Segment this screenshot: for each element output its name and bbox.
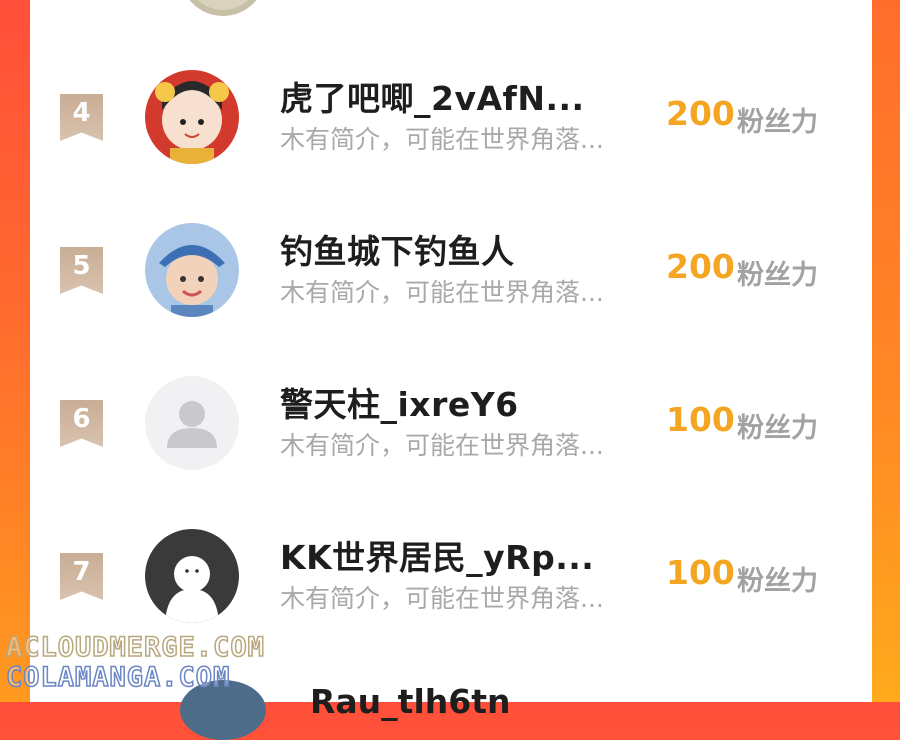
user-avatar[interactable] — [145, 529, 239, 623]
ranking-row[interactable]: 5 钓鱼城下钓鱼人 木有简介，可能在世界角落... 200 粉丝力 — [30, 219, 872, 369]
user-name[interactable]: KK世界居民_yRp... — [280, 531, 594, 579]
ranking-row[interactable]: 4 虎了吧唧_2vAfN... 木有简介，可能在世界角落... 200 粉丝力 — [30, 66, 872, 216]
fan-score: 100 — [666, 553, 735, 592]
rank-badge: 7 — [60, 553, 103, 600]
right-gradient-border — [870, 0, 900, 702]
fan-score: 200 — [666, 94, 735, 133]
watermark-line-2: COLAMANGA.COM — [5, 661, 231, 694]
user-name[interactable]: 警天柱_ixreY6 — [280, 378, 519, 426]
user-bio: 木有简介，可能在世界角落... — [280, 584, 604, 613]
fan-score: 200 — [666, 247, 735, 286]
ghost-icon — [145, 529, 239, 623]
user-avatar[interactable] — [145, 223, 239, 317]
rank-badge: 4 — [60, 94, 103, 141]
ranking-panel: 4 虎了吧唧_2vAfN... 木有简介，可能在世界角落... 200 粉丝力 … — [30, 0, 872, 740]
watermark-line-1: ACLOUDMERGE.COM — [5, 631, 265, 664]
fan-score-unit: 粉丝力 — [737, 107, 818, 138]
user-bio: 木有简介，可能在世界角落... — [280, 431, 604, 460]
avatar-partial-top[interactable] — [180, 0, 266, 16]
user-avatar[interactable] — [145, 376, 239, 470]
user-name[interactable]: 钓鱼城下钓鱼人 — [280, 225, 515, 273]
fan-score-unit: 粉丝力 — [737, 413, 818, 444]
rank-badge: 6 — [60, 400, 103, 447]
default-person-icon — [145, 376, 239, 470]
user-bio: 木有简介，可能在世界角落... — [280, 125, 604, 154]
fan-score-unit: 粉丝力 — [737, 566, 818, 597]
user-bio: 木有简介，可能在世界角落... — [280, 278, 604, 307]
rank-badge: 5 — [60, 247, 103, 294]
ranking-row[interactable]: 6 警天柱_ixreY6 木有简介，可能在世界角落... 100 粉丝力 — [30, 372, 872, 522]
fan-score-unit: 粉丝力 — [737, 260, 818, 291]
fan-score: 100 — [666, 400, 735, 439]
user-name[interactable]: 虎了吧唧_2vAfN... — [280, 72, 585, 120]
user-avatar[interactable] — [145, 70, 239, 164]
